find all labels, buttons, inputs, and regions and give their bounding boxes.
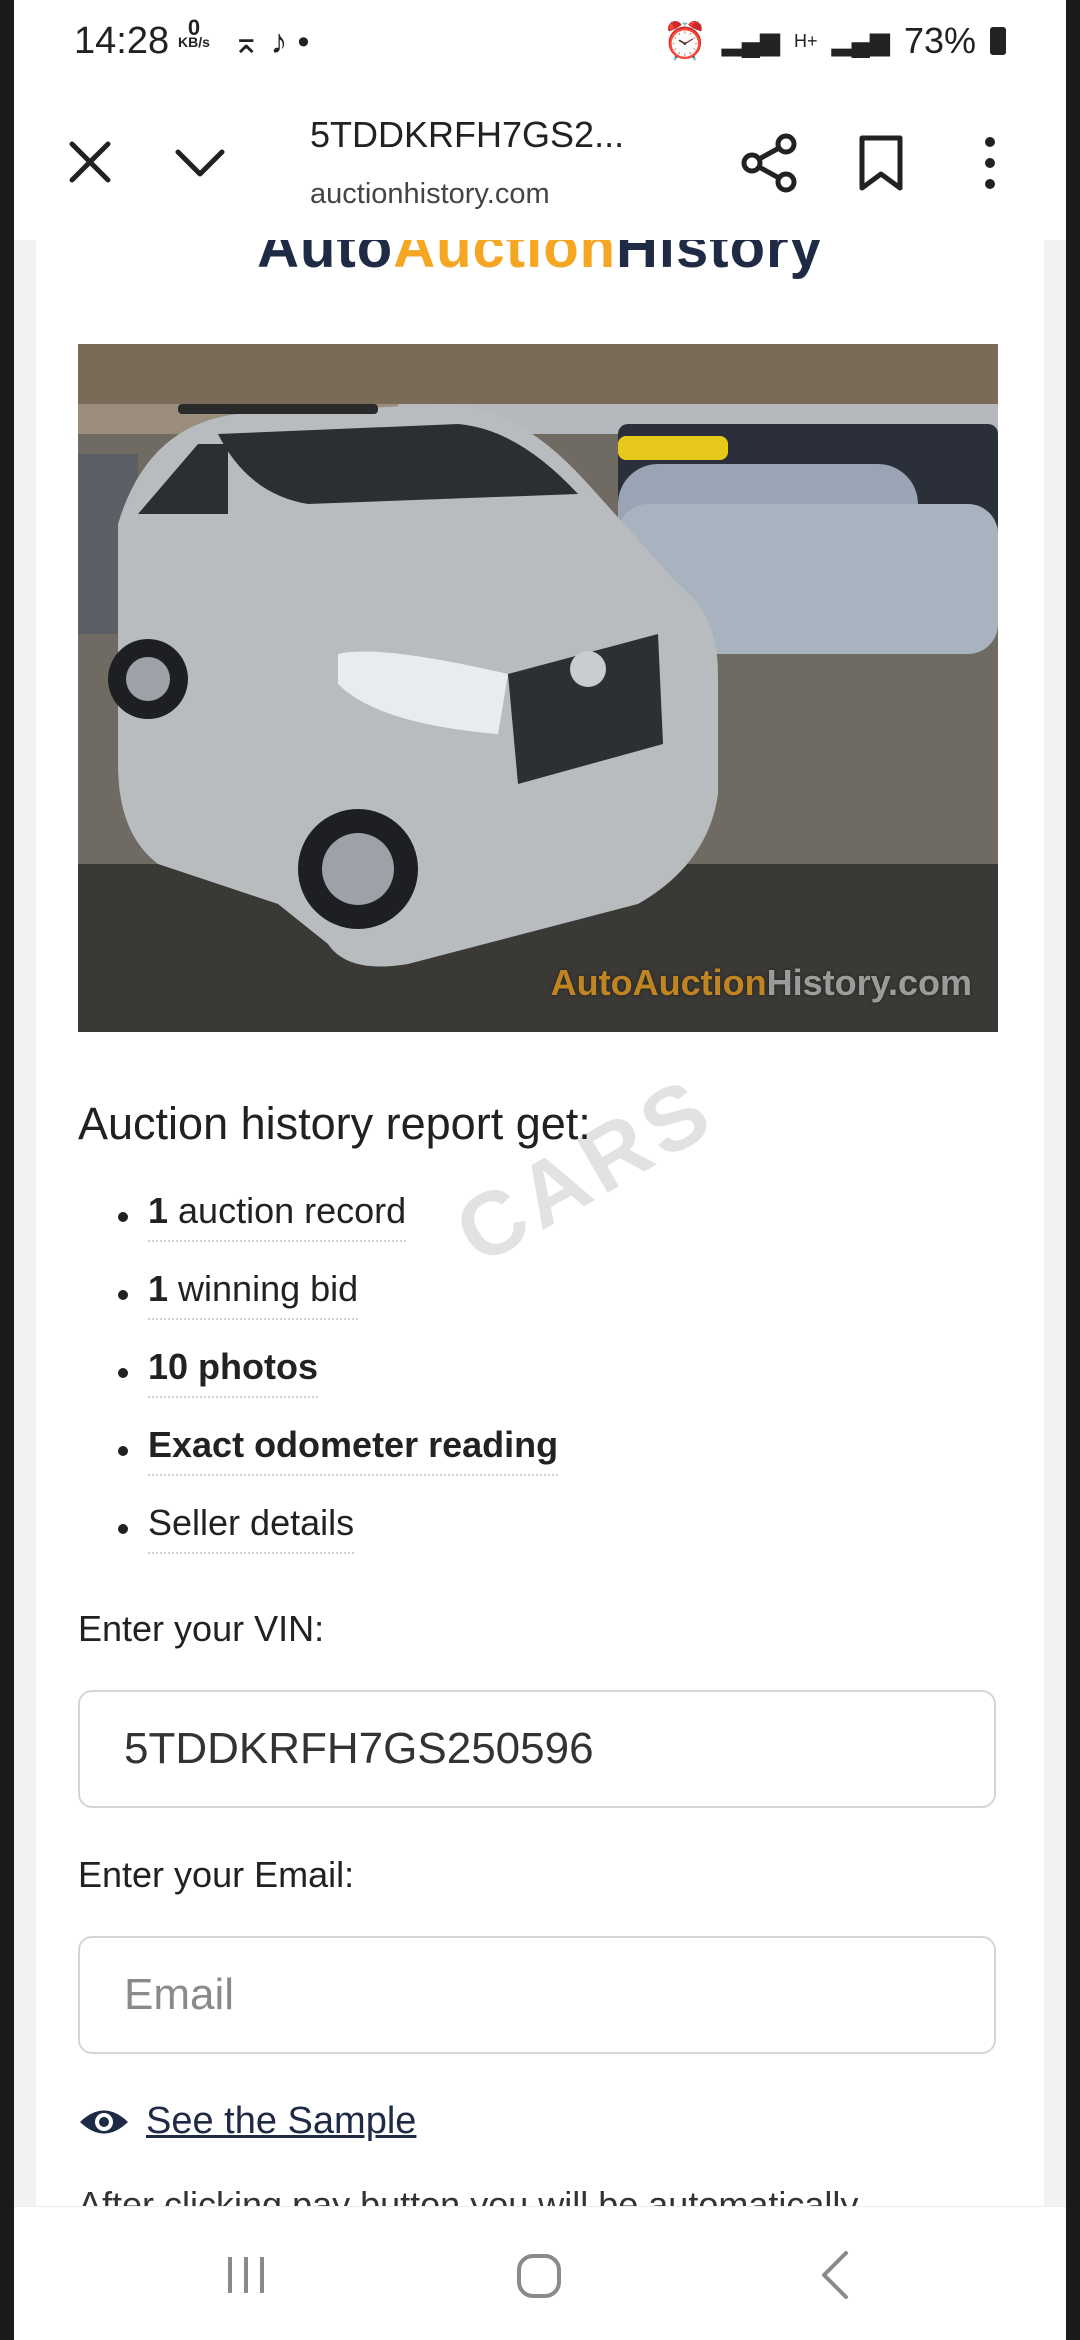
bookmark-icon[interactable] [858,134,904,192]
network-speed: 0 KB/s [178,15,210,50]
signal-icon-2: ▂▄▆ [831,25,890,56]
nav-home-icon[interactable] [516,2253,562,2299]
chevron-down-icon[interactable] [172,138,228,188]
nav-back-icon[interactable] [820,2249,850,2301]
nav-recents-icon[interactable] [224,2255,268,2295]
status-time: 14:28 [74,20,170,62]
email-label: Enter your Email: [78,1854,355,1895]
vehicle-photo: AutoAuctionHistory.com [78,344,998,1032]
alarm-icon: ⏰ [662,20,708,61]
content-card: AutoAuctionHistory AutoAuctionHistory.co… [36,240,1044,2206]
status-bar: 14:28 0 KB/s ⌅♪• ⏰ ▂▄▆ H+ ▂▄▆ 73% [14,0,1066,86]
payment-note: After clicking pay button you will be au… [78,2184,859,2206]
report-features-list: 1 auction record 1 winning bid 10 photos… [117,1190,559,1580]
list-item: Exact odometer reading [117,1424,559,1502]
signal-icon: ▂▄▆ [721,25,780,56]
battery-percent: 73% [903,20,976,61]
system-nav-bar [14,2206,1066,2340]
vin-label: Enter your VIN: [78,1608,325,1649]
battery-icon [990,27,1006,55]
report-heading: Auction history report get: [78,1098,591,1149]
share-icon[interactable] [740,132,800,194]
photo-watermark: AutoAuctionHistory.com [550,962,972,1003]
more-vert-icon[interactable] [980,134,1000,192]
vin-input[interactable] [124,1692,944,1806]
status-right: ⏰ ▂▄▆ H+ ▂▄▆ 73% [663,20,1006,62]
web-page: AutoAuctionHistory AutoAuctionHistory.co… [14,240,1066,2206]
vin-field[interactable] [78,1690,996,1808]
see-sample-link[interactable]: See the Sample [146,2100,416,2143]
site-logo[interactable]: AutoAuctionHistory [36,240,1044,281]
list-item: 1 winning bid [117,1268,558,1346]
notification-icons: ⌅♪• [232,23,320,61]
email-input[interactable] [124,1938,944,2052]
page-title: 5TDDKRFH7GS2... [310,114,625,155]
custom-tab-toolbar: 5TDDKRFH7GS2... auctionhistory.com [14,86,1066,242]
list-item: Seller details [117,1502,558,1580]
vehicle-photo-illustration [78,344,998,1032]
page-url[interactable]: auctionhistory.com [310,178,550,211]
list-item: 10 photos [117,1346,558,1424]
email-field[interactable] [78,1936,996,2054]
see-sample-link-row[interactable]: See the Sample [78,2100,416,2143]
eye-icon [80,2110,128,2133]
list-item: 1 auction record [117,1190,558,1268]
network-type: H+ [794,30,818,51]
close-icon[interactable] [64,136,116,188]
phone-screen: 14:28 0 KB/s ⌅♪• ⏰ ▂▄▆ H+ ▂▄▆ 73% 5TDDKR… [14,0,1066,2340]
